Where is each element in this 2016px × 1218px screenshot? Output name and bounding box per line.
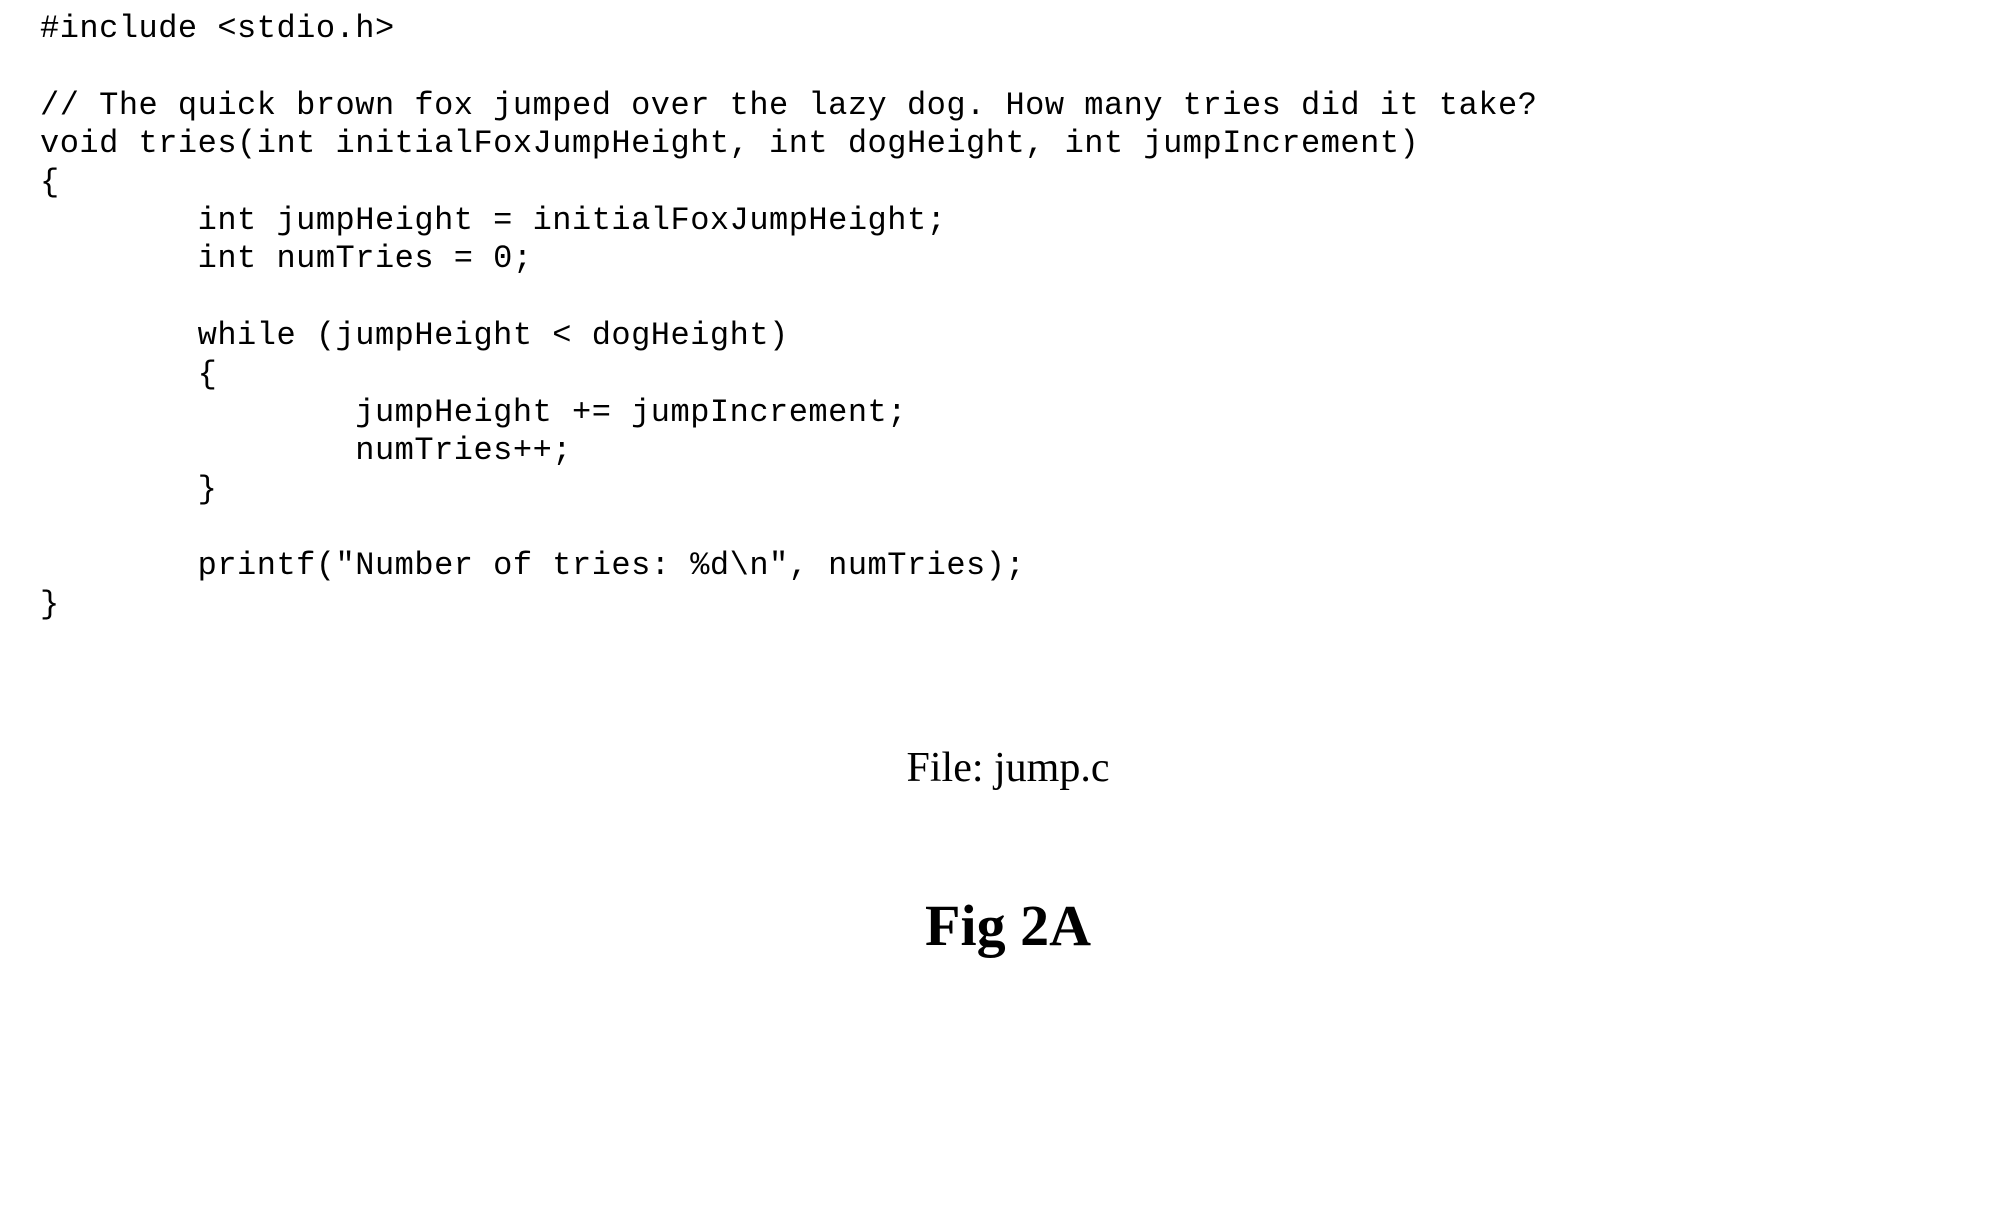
figure-label: Fig 2A: [0, 892, 2016, 959]
code-line: #include <stdio.h>: [40, 10, 395, 47]
code-line: }: [40, 586, 60, 623]
code-line: int jumpHeight = initialFoxJumpHeight;: [40, 202, 946, 239]
code-line: printf("Number of tries: %d\n", numTries…: [40, 547, 1025, 584]
code-line: {: [40, 164, 60, 201]
code-block: #include <stdio.h> // The quick brown fo…: [0, 0, 2016, 634]
code-line: void tries(int initialFoxJumpHeight, int…: [40, 125, 1419, 162]
code-line: numTries++;: [40, 432, 572, 469]
code-line: jumpHeight += jumpIncrement;: [40, 394, 907, 431]
code-line: {: [40, 356, 217, 393]
code-line: // The quick brown fox jumped over the l…: [40, 87, 1537, 124]
code-line: }: [40, 471, 217, 508]
file-label: File: jump.c: [0, 744, 2016, 792]
code-line: while (jumpHeight < dogHeight): [40, 317, 789, 354]
code-line: int numTries = 0;: [40, 240, 533, 277]
